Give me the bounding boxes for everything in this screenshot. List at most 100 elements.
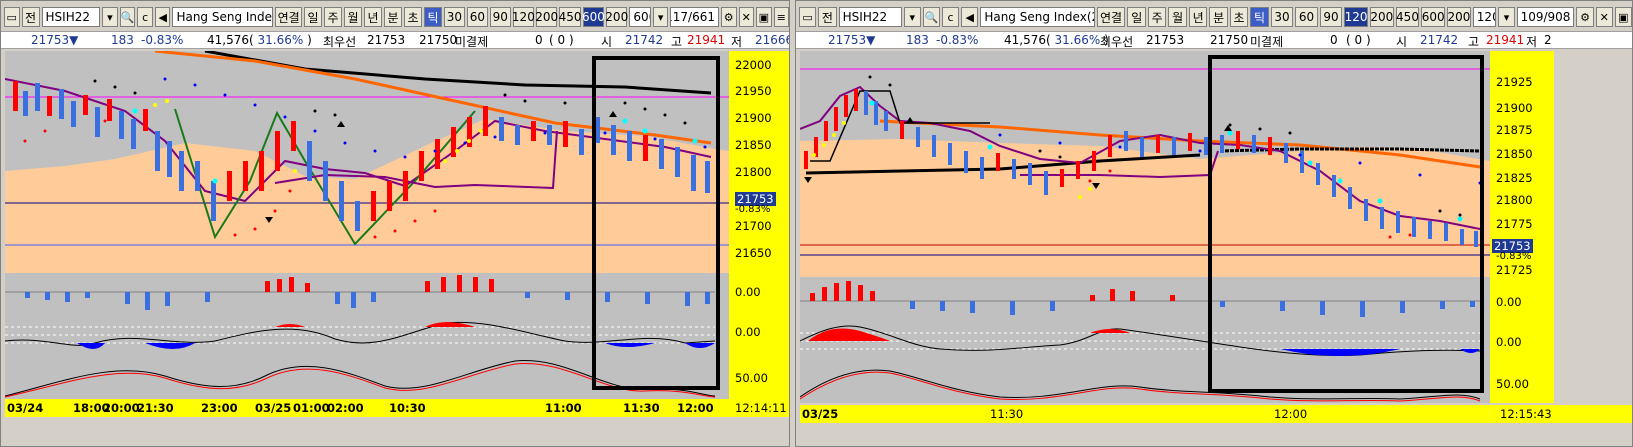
page-counter[interactable]: 117/661 [670,7,719,27]
clock-text: 12:14:11 [735,401,787,415]
period-month[interactable]: 월 [343,7,362,27]
time-tick: 10:30 [389,401,426,415]
toolbar-left: ▭ 전 HSIH22 ▾ 🔍 c ◀ Hang Seng Index(22.0 … [1,5,789,29]
horizontal-scrollbar[interactable] [5,419,729,427]
histogram-pane [5,273,729,315]
time-tick: 21:30 [137,401,174,415]
period-tick[interactable]: 틱 [1250,7,1269,27]
interval-600[interactable]: 600 [582,7,605,27]
chevron-down-icon[interactable]: ▾ [903,7,921,27]
period-year[interactable]: 년 [1188,7,1208,27]
low-label: 저 [731,35,743,49]
save-icon[interactable]: ▣ [1614,7,1632,27]
period-year[interactable]: 년 [363,7,382,27]
price-axis-left: 22000 21950 21900 21850 21800 21753 -0.8… [729,51,789,399]
close-icon[interactable]: ✕ [738,7,755,27]
time-tick: 11:00 [545,401,582,415]
period-second[interactable]: 초 [1229,7,1249,27]
tools-icon[interactable]: ⚙ [720,7,737,27]
interval-60[interactable]: 60 [466,7,488,27]
interval-input[interactable]: 120 [1472,7,1496,27]
high-value: 21941 [1486,33,1525,47]
best-label: 최우선 [323,35,357,49]
interval-120[interactable]: 120 [1344,7,1368,27]
interval-450[interactable]: 450 [559,7,582,27]
chevron-down-icon[interactable]: ▾ [652,7,669,27]
search-icon[interactable]: 🔍 [119,7,136,27]
price-tick: 21800 [735,165,772,179]
indicator-tick: 0.00 [735,285,761,299]
symbol-input[interactable]: HSIH22 [41,7,101,27]
price-tick: 22000 [735,58,772,72]
interval-60[interactable]: 60 [1295,7,1318,27]
interval-90[interactable]: 90 [489,7,511,27]
period-minute[interactable]: 분 [1209,7,1228,27]
time-tick: 20:00 [103,401,140,415]
bid-value: 21750 [1210,33,1249,47]
period-week[interactable]: 주 [323,7,342,27]
chevron-down-icon[interactable]: ▾ [1497,7,1516,27]
interval-30[interactable]: 30 [1270,7,1294,27]
price-chart-left[interactable] [5,51,729,399]
time-tick: 01:00 [293,401,330,415]
sound-icon[interactable]: ◀ [154,7,171,27]
quote-bar-left: 21753▼ 183 -0.83% 41,576 ( 31.66% ) 최우선 … [1,31,789,49]
period-minute[interactable]: 분 [383,7,402,27]
time-tick: 02:00 [327,401,364,415]
time-tick: 03/25 [802,407,839,421]
oi-value: 0 [535,33,543,47]
oi-change: ( 0 ) [549,33,574,47]
interval-input[interactable]: 600 [629,7,651,27]
price-tick: 21900 [735,111,772,125]
interval-30[interactable]: 30 [443,7,465,27]
window-icon[interactable]: ▭ [4,7,20,27]
interval-600[interactable]: 600 [1421,7,1446,27]
interval-200[interactable]: 200 [1369,7,1394,27]
price-tick: 21825 [1496,171,1533,185]
clear-icon[interactable]: c [137,7,153,27]
period-tick[interactable]: 틱 [423,7,442,27]
bid-value: 21750 [419,33,458,47]
period-day[interactable]: 일 [1127,7,1146,27]
time-tick: 12:00 [1274,407,1308,421]
time-tick: 11:30 [990,407,1024,421]
search-icon[interactable]: 🔍 [922,7,940,27]
low-value: 2 [1544,33,1552,47]
sound-icon[interactable]: ◀ [961,7,979,27]
interval-90[interactable]: 90 [1319,7,1343,27]
interval-200b[interactable]: 200 [1447,7,1471,27]
clear-icon[interactable]: c [941,7,960,27]
period-day[interactable]: 일 [303,7,322,27]
period-month[interactable]: 월 [1168,7,1187,27]
histogram-pane [800,277,1490,321]
change-text: 183 [111,33,134,47]
period-week[interactable]: 주 [1147,7,1167,27]
oscillator-pane [5,317,729,357]
period-link[interactable]: 연결 [1096,7,1126,27]
price-chart-right[interactable] [800,51,1490,403]
volume-text: 41,576 [1004,33,1046,47]
current-pct-tag: -0.83% [1496,251,1532,262]
interval-120[interactable]: 120 [512,7,535,27]
interval-200b[interactable]: 200 [605,7,628,27]
price-tick: 21850 [1496,147,1533,161]
period-second[interactable]: 초 [403,7,422,27]
interval-200[interactable]: 200 [535,7,558,27]
time-tick: 03/24 [7,401,44,415]
price-tick: 21925 [1496,75,1533,89]
chevron-down-icon[interactable]: ▾ [102,7,118,27]
interval-450[interactable]: 450 [1395,7,1420,27]
symbol-input[interactable]: HSIH22 [838,7,902,27]
period-link[interactable]: 연결 [275,7,302,27]
current-pct-tag: -0.83% [735,204,771,215]
tools-icon[interactable]: ⚙ [1576,7,1594,27]
save-icon[interactable]: ▣ [756,7,772,27]
menu-icon[interactable]: ≡ [773,7,789,27]
page-counter[interactable]: 109/908 [1517,7,1575,27]
tab-all[interactable]: 전 [818,7,837,27]
tab-all[interactable]: 전 [21,7,40,27]
open-value: 21742 [625,33,664,47]
window-icon[interactable]: ▭ [799,7,817,27]
vol-pct-text: ( 31.66% ) [249,33,312,47]
close-icon[interactable]: ✕ [1595,7,1613,27]
